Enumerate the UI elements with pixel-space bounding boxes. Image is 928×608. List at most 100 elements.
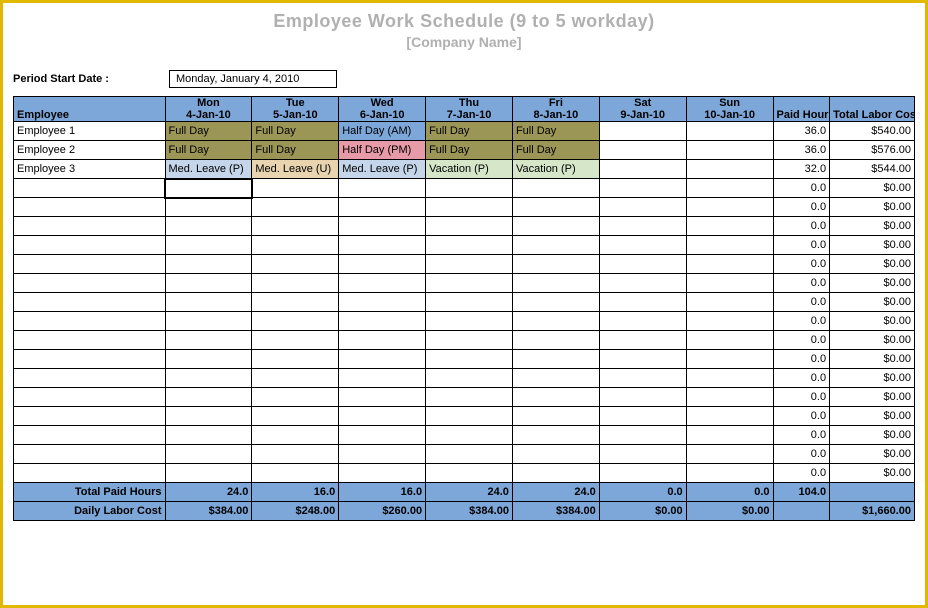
paid-hours-cell[interactable]: 32.0 <box>773 160 830 179</box>
schedule-cell[interactable] <box>599 141 686 160</box>
employee-name-cell[interactable]: Employee 2 <box>14 141 166 160</box>
schedule-cell[interactable] <box>686 255 773 274</box>
employee-name-cell[interactable] <box>14 407 166 426</box>
employee-name-cell[interactable] <box>14 388 166 407</box>
schedule-cell[interactable] <box>686 445 773 464</box>
schedule-cell[interactable] <box>339 198 426 217</box>
schedule-cell[interactable] <box>339 407 426 426</box>
schedule-cell[interactable] <box>252 331 339 350</box>
schedule-cell[interactable]: Half Day (AM) <box>339 122 426 141</box>
schedule-cell[interactable] <box>599 426 686 445</box>
labor-cost-cell[interactable]: $0.00 <box>830 293 915 312</box>
header-paid-hours[interactable]: Paid Hours <box>773 97 830 122</box>
total-hours-tue[interactable]: 16.0 <box>252 483 339 502</box>
schedule-cell[interactable] <box>599 445 686 464</box>
schedule-cell[interactable]: Full Day <box>252 141 339 160</box>
total-hours-blank[interactable] <box>830 483 915 502</box>
schedule-cell[interactable] <box>339 255 426 274</box>
paid-hours-cell[interactable]: 0.0 <box>773 350 830 369</box>
paid-hours-cell[interactable]: 0.0 <box>773 312 830 331</box>
schedule-cell[interactable]: Full Day <box>512 141 599 160</box>
paid-hours-cell[interactable]: 0.0 <box>773 445 830 464</box>
header-day-sat[interactable]: Sat9-Jan-10 <box>599 97 686 122</box>
labor-cost-cell[interactable]: $576.00 <box>830 141 915 160</box>
schedule-cell[interactable] <box>426 179 513 198</box>
labor-cost-cell[interactable]: $0.00 <box>830 179 915 198</box>
schedule-cell[interactable] <box>165 274 252 293</box>
total-hours-sum[interactable]: 104.0 <box>773 483 830 502</box>
schedule-cell[interactable] <box>686 426 773 445</box>
schedule-cell[interactable] <box>165 255 252 274</box>
schedule-cell[interactable] <box>599 179 686 198</box>
schedule-cell[interactable] <box>426 293 513 312</box>
schedule-cell[interactable] <box>599 369 686 388</box>
employee-name-cell[interactable] <box>14 464 166 483</box>
labor-cost-blank[interactable] <box>773 502 830 521</box>
schedule-cell[interactable] <box>512 407 599 426</box>
schedule-cell[interactable] <box>512 274 599 293</box>
schedule-cell[interactable]: Full Day <box>165 141 252 160</box>
header-day-mon[interactable]: Mon4-Jan-10 <box>165 97 252 122</box>
schedule-cell[interactable] <box>426 198 513 217</box>
schedule-cell[interactable] <box>686 198 773 217</box>
schedule-cell[interactable] <box>599 350 686 369</box>
schedule-cell[interactable]: Full Day <box>426 122 513 141</box>
total-hours-sat[interactable]: 0.0 <box>599 483 686 502</box>
schedule-cell[interactable] <box>686 141 773 160</box>
schedule-cell[interactable] <box>165 464 252 483</box>
schedule-cell[interactable] <box>252 464 339 483</box>
labor-cost-sat[interactable]: $0.00 <box>599 502 686 521</box>
schedule-cell[interactable] <box>599 217 686 236</box>
schedule-cell[interactable] <box>512 388 599 407</box>
paid-hours-cell[interactable]: 0.0 <box>773 464 830 483</box>
schedule-cell[interactable] <box>686 464 773 483</box>
labor-cost-thu[interactable]: $384.00 <box>426 502 513 521</box>
employee-name-cell[interactable] <box>14 426 166 445</box>
employee-name-cell[interactable] <box>14 331 166 350</box>
schedule-cell[interactable] <box>426 331 513 350</box>
schedule-cell[interactable] <box>339 426 426 445</box>
schedule-cell[interactable] <box>252 255 339 274</box>
schedule-cell[interactable] <box>512 445 599 464</box>
schedule-cell[interactable] <box>686 407 773 426</box>
schedule-cell[interactable] <box>599 331 686 350</box>
schedule-cell[interactable]: Med. Leave (P) <box>165 160 252 179</box>
labor-cost-wed[interactable]: $260.00 <box>339 502 426 521</box>
schedule-cell[interactable] <box>686 369 773 388</box>
schedule-cell[interactable] <box>512 255 599 274</box>
schedule-cell[interactable]: Med. Leave (P) <box>339 160 426 179</box>
schedule-cell[interactable] <box>165 369 252 388</box>
paid-hours-cell[interactable]: 0.0 <box>773 274 830 293</box>
schedule-cell[interactable] <box>512 236 599 255</box>
schedule-cell[interactable] <box>686 217 773 236</box>
labor-cost-fri[interactable]: $384.00 <box>512 502 599 521</box>
schedule-cell[interactable] <box>426 217 513 236</box>
schedule-cell[interactable] <box>512 293 599 312</box>
employee-name-cell[interactable]: Employee 1 <box>14 122 166 141</box>
paid-hours-cell[interactable]: 0.0 <box>773 369 830 388</box>
schedule-cell[interactable] <box>599 312 686 331</box>
paid-hours-cell[interactable]: 0.0 <box>773 426 830 445</box>
schedule-cell[interactable] <box>512 464 599 483</box>
schedule-cell[interactable] <box>252 445 339 464</box>
schedule-cell[interactable] <box>512 217 599 236</box>
schedule-cell[interactable] <box>165 217 252 236</box>
labor-cost-cell[interactable]: $0.00 <box>830 407 915 426</box>
schedule-cell[interactable] <box>339 236 426 255</box>
labor-cost-cell[interactable]: $0.00 <box>830 274 915 293</box>
schedule-cell[interactable] <box>339 464 426 483</box>
labor-cost-cell[interactable]: $0.00 <box>830 312 915 331</box>
schedule-cell[interactable] <box>165 426 252 445</box>
labor-cost-tue[interactable]: $248.00 <box>252 502 339 521</box>
labor-cost-sun[interactable]: $0.00 <box>686 502 773 521</box>
total-hours-sun[interactable]: 0.0 <box>686 483 773 502</box>
schedule-cell[interactable] <box>339 369 426 388</box>
schedule-cell[interactable] <box>252 407 339 426</box>
labor-cost-total[interactable]: $1,660.00 <box>830 502 915 521</box>
schedule-cell[interactable] <box>686 388 773 407</box>
schedule-cell[interactable] <box>165 445 252 464</box>
schedule-cell[interactable] <box>339 350 426 369</box>
labor-cost-cell[interactable]: $540.00 <box>830 122 915 141</box>
header-day-sun[interactable]: Sun10-Jan-10 <box>686 97 773 122</box>
schedule-cell[interactable] <box>512 198 599 217</box>
